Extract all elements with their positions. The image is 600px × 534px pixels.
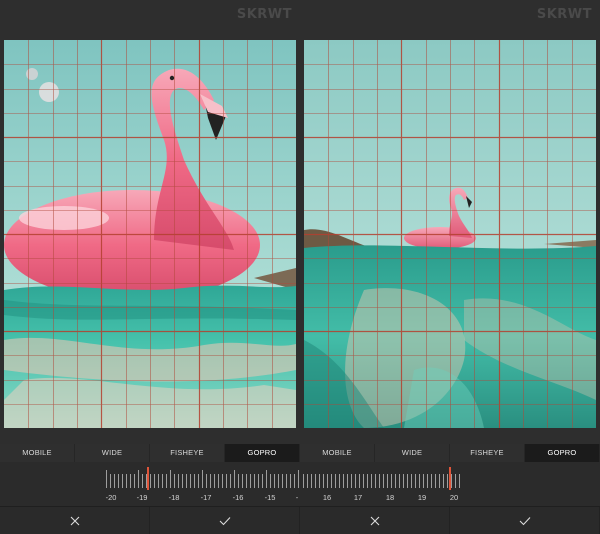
slider-label: 16 bbox=[322, 493, 332, 502]
tab-wide[interactable]: WIDE bbox=[75, 444, 150, 462]
slider-label: - bbox=[295, 493, 299, 502]
slider-label: -19 bbox=[136, 493, 148, 502]
photo-preview-after bbox=[304, 40, 596, 428]
tab-gopro[interactable]: GOPRO bbox=[525, 444, 600, 462]
correction-slider[interactable]: -20 -19 -18 -17 -16 -15 - bbox=[0, 462, 300, 506]
lens-tabs: MOBILE WIDE FISHEYE GOPRO bbox=[300, 444, 600, 462]
confirm-button[interactable] bbox=[450, 507, 600, 534]
slider-ticks[interactable] bbox=[0, 462, 300, 492]
slider-label: 18 bbox=[385, 493, 395, 502]
photo-preview-before bbox=[4, 40, 296, 428]
brand-logo: SKRWT bbox=[236, 7, 292, 22]
slider-label: 19 bbox=[417, 493, 427, 502]
right-panel: SKRWT MOBILE WIDE FISHEYE GOPRO 16 17 18… bbox=[300, 0, 600, 534]
tab-mobile[interactable]: MOBILE bbox=[300, 444, 375, 462]
tab-fisheye[interactable]: FISHEYE bbox=[450, 444, 525, 462]
slider-label: -15 bbox=[264, 493, 276, 502]
slider-label: -20 bbox=[105, 493, 117, 502]
slider-label: -17 bbox=[200, 493, 212, 502]
check-icon bbox=[519, 516, 530, 525]
cancel-button[interactable] bbox=[0, 507, 150, 534]
slider-labels: 16 17 18 19 20 bbox=[300, 493, 600, 503]
tab-wide[interactable]: WIDE bbox=[375, 444, 450, 462]
action-bar bbox=[0, 506, 300, 534]
close-icon bbox=[70, 516, 79, 525]
check-icon bbox=[219, 516, 230, 525]
brand-logo: SKRWT bbox=[536, 7, 592, 22]
tab-gopro[interactable]: GOPRO bbox=[225, 444, 300, 462]
action-bar bbox=[300, 506, 600, 534]
lens-tabs: MOBILE WIDE FISHEYE GOPRO bbox=[0, 444, 300, 462]
correction-slider[interactable]: 16 17 18 19 20 bbox=[300, 462, 600, 506]
slider-ticks[interactable] bbox=[300, 462, 600, 492]
slider-label: -18 bbox=[168, 493, 180, 502]
close-icon bbox=[370, 516, 379, 525]
tab-mobile[interactable]: MOBILE bbox=[0, 444, 75, 462]
cancel-button[interactable] bbox=[300, 507, 450, 534]
slider-label: 17 bbox=[353, 493, 363, 502]
slider-label: -16 bbox=[232, 493, 244, 502]
slider-labels: -20 -19 -18 -17 -16 -15 - bbox=[0, 493, 300, 503]
left-panel: SKRWT MOBILE WIDE FISHEYE GOPRO -20 -19 … bbox=[0, 0, 300, 534]
slider-label: 20 bbox=[449, 493, 459, 502]
tab-fisheye[interactable]: FISHEYE bbox=[150, 444, 225, 462]
confirm-button[interactable] bbox=[150, 507, 300, 534]
